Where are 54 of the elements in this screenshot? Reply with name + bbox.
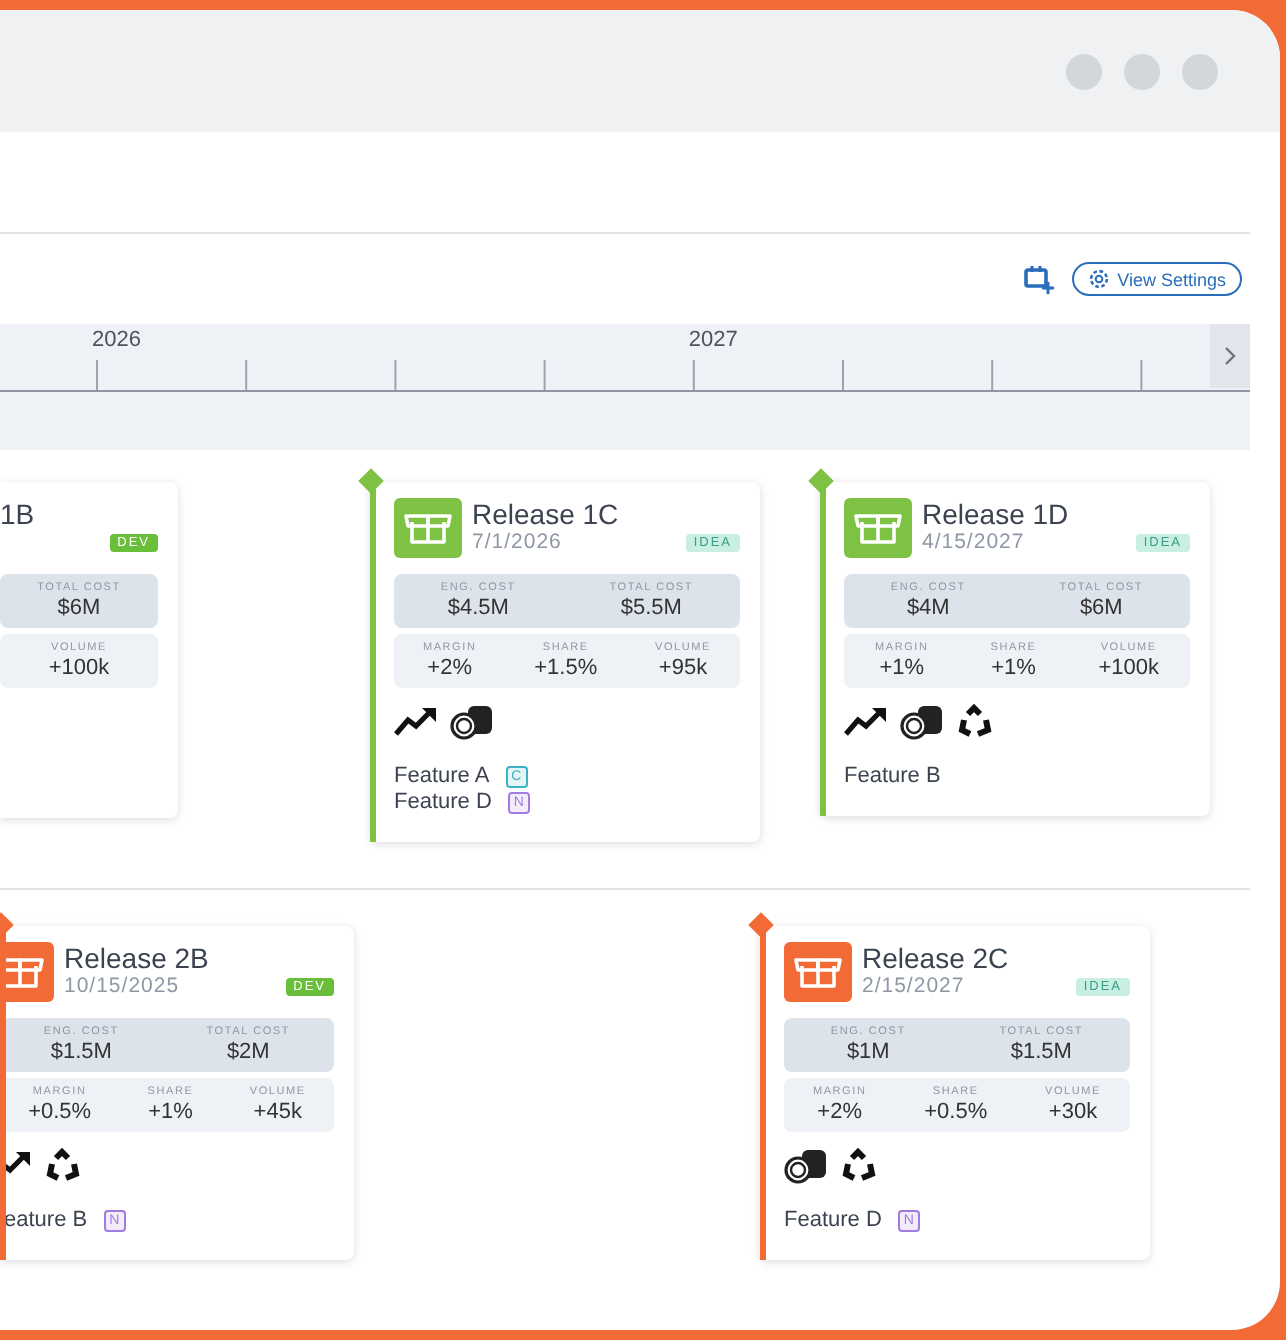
view-settings-button[interactable]: View Settings bbox=[1071, 262, 1242, 296]
feature-name: Feature D bbox=[784, 1208, 882, 1232]
release-title: Release 2C bbox=[862, 942, 1009, 974]
stat-value: $4.5M bbox=[447, 596, 509, 622]
release-title: Release 1C bbox=[472, 498, 619, 530]
stat-value: +1% bbox=[991, 656, 1036, 682]
release-title: Release 2B bbox=[64, 942, 209, 974]
release-date: 4/15/2027 bbox=[922, 530, 1025, 554]
window-dot[interactable] bbox=[1124, 53, 1160, 89]
window-dot[interactable] bbox=[1182, 53, 1218, 89]
coins-icon bbox=[450, 704, 494, 740]
stat-value: $1M bbox=[846, 1040, 890, 1066]
feature-name: eature B bbox=[4, 1208, 88, 1232]
stat-value: +1% bbox=[879, 656, 925, 682]
year-label: 2027 bbox=[688, 328, 738, 352]
stat-value: +1.5% bbox=[534, 656, 598, 682]
feature-name: Feature B bbox=[844, 764, 941, 788]
release-date: 10/15/2025 bbox=[64, 974, 180, 998]
recycle-icon bbox=[956, 704, 994, 740]
stat-value: +0.5% bbox=[28, 1100, 92, 1126]
stat-value: $1.5M bbox=[1010, 1040, 1072, 1066]
stat-value: +2% bbox=[427, 656, 472, 682]
trend-up-icon bbox=[394, 706, 438, 738]
recycle-icon bbox=[840, 1148, 878, 1184]
chevron-right-icon bbox=[1224, 346, 1236, 366]
recycle-icon bbox=[44, 1148, 82, 1184]
year-label: 2026 bbox=[92, 328, 141, 352]
stat-value: $6M bbox=[1079, 596, 1123, 622]
stat-value: $2M bbox=[226, 1040, 270, 1066]
stat-value: $4M bbox=[906, 596, 950, 622]
stat-value: $5.5M bbox=[620, 596, 682, 622]
stat-value: +30k bbox=[1048, 1100, 1098, 1126]
trend-up-icon bbox=[844, 706, 888, 738]
feature-name: Feature D bbox=[394, 790, 492, 814]
coins-icon bbox=[900, 704, 944, 740]
feature-name: Feature A bbox=[394, 764, 490, 788]
stat-value: +0.5% bbox=[924, 1100, 988, 1126]
window-dot[interactable] bbox=[1066, 53, 1102, 89]
stat-value: +2% bbox=[817, 1100, 862, 1126]
release-title: 1B bbox=[0, 498, 35, 530]
gear-icon bbox=[1087, 268, 1110, 290]
stat-value: $1.5M bbox=[50, 1040, 112, 1066]
stat-value: $6M bbox=[57, 596, 101, 622]
stat-value: +1% bbox=[148, 1100, 193, 1126]
release-date: 7/1/2026 bbox=[472, 530, 562, 554]
coins-icon bbox=[784, 1148, 828, 1184]
add-calendar-icon[interactable] bbox=[1023, 264, 1056, 294]
release-date: 2/15/2027 bbox=[862, 974, 965, 998]
release-title: Release 1D bbox=[922, 498, 1069, 530]
stat-value: +45k bbox=[253, 1100, 302, 1126]
stat-value: +100k bbox=[48, 656, 110, 682]
stat-value: +95k bbox=[658, 656, 708, 682]
scroll-right-button[interactable] bbox=[1210, 324, 1250, 388]
stat-value: +100k bbox=[1098, 656, 1159, 682]
